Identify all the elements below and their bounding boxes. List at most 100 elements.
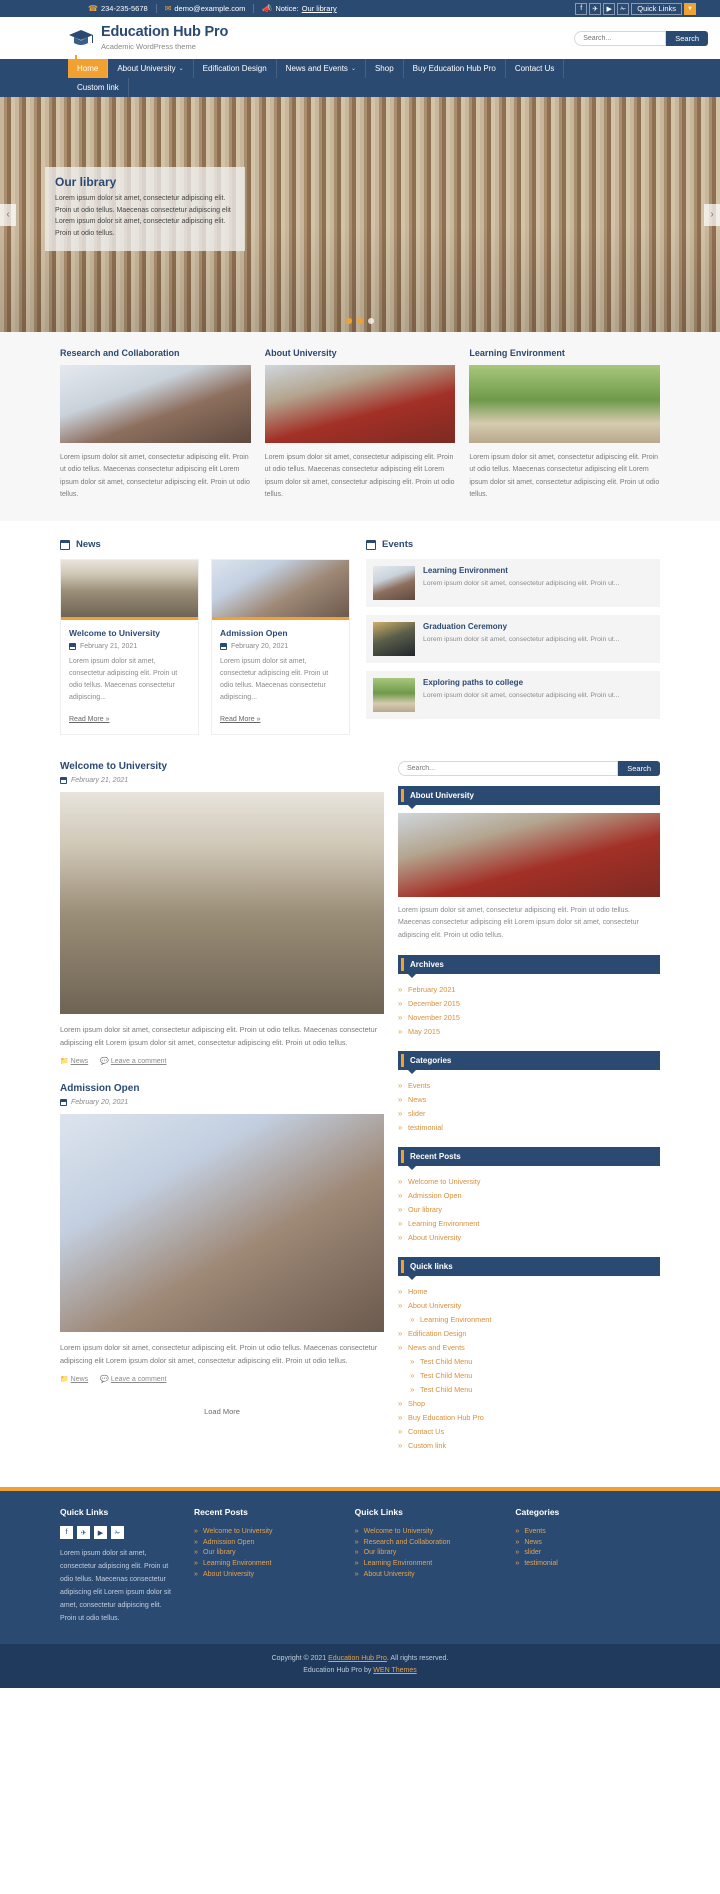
list-item[interactable]: About University (194, 1569, 339, 1580)
search-input[interactable] (574, 30, 667, 46)
post-title[interactable]: Admission Open (60, 1083, 384, 1094)
youtube-icon[interactable]: ▶ (94, 1526, 107, 1540)
list-item[interactable]: Buy Education Hub Pro (398, 1410, 660, 1424)
list-item[interactable]: Test Child Menu (398, 1354, 660, 1368)
footer-column-quick-links-2: Quick Links Welcome to University Resear… (355, 1507, 500, 1626)
list-item[interactable]: Welcome to University (355, 1526, 500, 1537)
list-item[interactable]: Admission Open (194, 1537, 339, 1548)
event-item[interactable]: Graduation Ceremony Lorem ipsum dolor si… (366, 615, 660, 663)
slider-dot-1[interactable] (346, 318, 352, 324)
facebook-icon[interactable]: f (60, 1526, 73, 1540)
chevron-down-icon[interactable]: ▼ (684, 2, 696, 15)
footer-list: Welcome to University Research and Colla… (355, 1526, 500, 1579)
post-title[interactable]: Welcome to University (60, 761, 384, 772)
post-category-link[interactable]: News (71, 1058, 89, 1065)
quick-links-button[interactable]: Quick Links (631, 2, 682, 15)
nav-item-news-and-events[interactable]: News and Events ⌄ (277, 59, 366, 78)
list-item[interactable]: Test Child Menu (398, 1382, 660, 1396)
list-item[interactable]: Test Child Menu (398, 1368, 660, 1382)
envelope-icon: ✉ (164, 4, 172, 13)
nav-item-buy-education-hub-pro[interactable]: Buy Education Hub Pro (404, 59, 506, 78)
list-item[interactable]: Learning Environment (194, 1558, 339, 1569)
email-item[interactable]: ✉ demo@example.com (157, 4, 255, 13)
link-icon[interactable]: ✁ (111, 1526, 124, 1540)
event-title[interactable]: Exploring paths to college (423, 678, 619, 687)
event-item[interactable]: Exploring paths to college Lorem ipsum d… (366, 671, 660, 719)
read-more-link[interactable]: Read More » (220, 716, 260, 723)
credit-link[interactable]: WEN Themes (373, 1667, 416, 1674)
list-item[interactable]: testimonial (398, 1120, 660, 1134)
youtube-icon[interactable]: ▶ (603, 2, 616, 15)
news-column: News Welcome to University February 21, … (60, 539, 350, 735)
load-more-button[interactable]: Load More (60, 1401, 384, 1416)
notice-link[interactable]: Our library (302, 4, 337, 13)
footer-column-recent-posts: Recent Posts Welcome to University Admis… (194, 1507, 339, 1626)
list-item[interactable]: slider (515, 1548, 660, 1559)
list-item[interactable]: Admission Open (398, 1188, 660, 1202)
feature-image (264, 365, 456, 443)
event-title[interactable]: Learning Environment (423, 566, 619, 575)
sidebar-search-input[interactable] (398, 760, 619, 776)
slider-dot-2[interactable] (357, 318, 363, 324)
news-card-title[interactable]: Welcome to University (69, 628, 190, 638)
twitter-icon[interactable]: ✈ (77, 1526, 90, 1540)
logo-area[interactable]: Education Hub Pro Academic WordPress the… (68, 24, 228, 51)
list-item[interactable]: Welcome to University (398, 1174, 660, 1188)
list-item[interactable]: slider (398, 1106, 660, 1120)
nav-item-edification-design[interactable]: Edification Design (194, 59, 277, 78)
list-item[interactable]: February 2021 (398, 982, 660, 996)
list-item[interactable]: Our library (398, 1202, 660, 1216)
post-comments-link[interactable]: Leave a comment (111, 1058, 167, 1065)
list-item[interactable]: Custom link (398, 1438, 660, 1452)
nav-item-about-university[interactable]: About University ⌄ (108, 59, 194, 78)
list-item[interactable]: testimonial (515, 1558, 660, 1569)
event-item[interactable]: Learning Environment Lorem ipsum dolor s… (366, 559, 660, 607)
slider-dot-3[interactable] (368, 318, 374, 324)
list-item[interactable]: Learning Environment (398, 1312, 660, 1326)
list-item[interactable]: News (398, 1092, 660, 1106)
list-item[interactable]: Events (398, 1078, 660, 1092)
copyright-link[interactable]: Education Hub Pro (328, 1655, 387, 1662)
list-item[interactable]: November 2015 (398, 1010, 660, 1024)
feature-title[interactable]: Learning Environment (469, 348, 660, 358)
news-card-title[interactable]: Admission Open (220, 628, 341, 638)
list-item[interactable]: Edification Design (398, 1326, 660, 1340)
list-item[interactable]: Contact Us (398, 1424, 660, 1438)
list-item[interactable]: News (515, 1537, 660, 1548)
sidebar-search-button[interactable]: Search (618, 760, 660, 776)
list-item[interactable]: December 2015 (398, 996, 660, 1010)
read-more-link[interactable]: Read More » (69, 716, 109, 723)
list-item[interactable]: Research and Collaboration (355, 1537, 500, 1548)
list-item[interactable]: Our library (194, 1548, 339, 1559)
feature-title[interactable]: About University (265, 348, 456, 358)
list-item[interactable]: May 2015 (398, 1024, 660, 1038)
post-category-link[interactable]: News (71, 1376, 89, 1383)
feature-title[interactable]: Research and Collaboration (60, 348, 251, 358)
nav-item-shop[interactable]: Shop (366, 59, 404, 78)
list-item[interactable]: Shop (398, 1396, 660, 1410)
event-title[interactable]: Graduation Ceremony (423, 622, 619, 631)
slider-next-button[interactable]: › (704, 203, 720, 226)
list-item[interactable]: Home (398, 1284, 660, 1298)
list-item[interactable]: About University (398, 1230, 660, 1244)
nav-item-custom-link[interactable]: Custom link (68, 78, 129, 97)
list-item[interactable]: Learning Environment (355, 1558, 500, 1569)
list-item[interactable]: Our library (355, 1548, 500, 1559)
feature-card: Learning Environment Lorem ipsum dolor s… (469, 348, 661, 501)
phone-item[interactable]: ☎ 234-235-5678 (80, 4, 157, 13)
event-text: Lorem ipsum dolor sit amet, consectetur … (423, 636, 620, 643)
list-item[interactable]: News and Events (398, 1340, 660, 1354)
list-item[interactable]: Learning Environment (398, 1216, 660, 1230)
facebook-icon[interactable]: f (575, 2, 588, 15)
list-item[interactable]: Events (515, 1526, 660, 1537)
search-button[interactable]: Search (666, 30, 708, 46)
nav-item-contact-us[interactable]: Contact Us (506, 59, 565, 78)
link-icon[interactable]: ✁ (617, 2, 630, 15)
post-comments-link[interactable]: Leave a comment (111, 1376, 167, 1383)
list-item[interactable]: About University (398, 1298, 660, 1312)
post-category-group: 📁 News (60, 1375, 88, 1383)
slider-prev-button[interactable]: ‹ (0, 203, 16, 226)
twitter-icon[interactable]: ✈ (589, 2, 602, 15)
list-item[interactable]: Welcome to University (194, 1526, 339, 1537)
list-item[interactable]: About University (355, 1569, 500, 1580)
